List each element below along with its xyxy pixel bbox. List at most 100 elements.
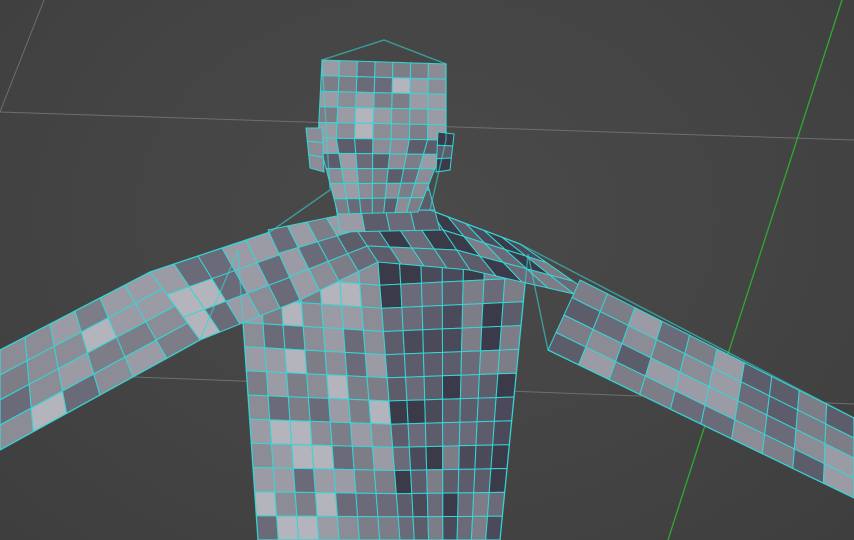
mesh-face bbox=[396, 494, 413, 517]
mesh-face bbox=[374, 77, 392, 93]
mesh-face bbox=[403, 330, 423, 354]
mesh-face bbox=[410, 63, 428, 79]
mesh-face bbox=[395, 470, 412, 494]
mesh-face bbox=[283, 325, 305, 350]
mesh-face bbox=[479, 350, 499, 374]
mesh-face bbox=[319, 107, 338, 123]
mesh-face bbox=[267, 372, 289, 397]
mesh-face bbox=[413, 517, 429, 540]
mesh-face bbox=[443, 375, 462, 399]
mesh-face bbox=[315, 493, 337, 517]
mesh-face bbox=[478, 374, 498, 398]
mesh-face bbox=[409, 124, 427, 140]
mesh-face bbox=[336, 493, 358, 517]
mesh-face bbox=[272, 444, 294, 469]
mesh-face bbox=[265, 348, 287, 373]
mesh-face bbox=[427, 470, 443, 494]
mesh-face bbox=[436, 158, 451, 172]
mesh-face bbox=[494, 397, 514, 421]
viewport-scene[interactable] bbox=[0, 0, 854, 540]
mesh-face bbox=[398, 517, 414, 540]
mesh-face bbox=[443, 352, 462, 376]
mesh-face bbox=[491, 445, 509, 469]
mesh-face bbox=[295, 492, 317, 516]
mesh-face bbox=[412, 493, 428, 516]
mesh-face bbox=[245, 347, 267, 372]
human-mesh[interactable] bbox=[0, 40, 854, 540]
mesh-face bbox=[443, 422, 460, 446]
mesh-face bbox=[288, 397, 310, 422]
mesh-face bbox=[392, 108, 410, 124]
mesh-face bbox=[443, 469, 459, 493]
mesh-face bbox=[402, 306, 423, 330]
mesh-face bbox=[374, 93, 392, 109]
mesh-face bbox=[309, 155, 324, 172]
mesh-face bbox=[293, 468, 315, 492]
3d-viewport[interactable] bbox=[0, 0, 854, 540]
mesh-face bbox=[474, 469, 491, 493]
mesh-face bbox=[332, 446, 354, 470]
mesh-face bbox=[372, 198, 385, 213]
mesh-face bbox=[443, 493, 458, 517]
mesh-face bbox=[338, 92, 357, 108]
mesh-face bbox=[392, 93, 410, 109]
mesh-face bbox=[404, 353, 424, 377]
arm-right bbox=[548, 280, 854, 498]
mesh-face bbox=[302, 303, 324, 328]
mesh-face bbox=[428, 79, 446, 95]
mesh-face bbox=[393, 62, 411, 78]
mesh-face bbox=[471, 516, 487, 540]
mesh-face bbox=[380, 284, 402, 308]
mesh-face bbox=[391, 124, 410, 140]
mesh-face bbox=[355, 108, 374, 124]
mesh-face bbox=[428, 63, 446, 79]
mesh-face bbox=[321, 60, 340, 76]
mesh-face bbox=[373, 139, 391, 154]
mesh-face bbox=[378, 261, 401, 285]
mesh-face bbox=[473, 493, 490, 517]
mesh-face bbox=[358, 517, 380, 540]
mesh-face bbox=[342, 306, 364, 331]
mesh-face bbox=[442, 328, 462, 352]
mesh-face bbox=[322, 304, 344, 329]
mesh-face bbox=[427, 493, 443, 516]
mesh-face bbox=[425, 399, 443, 423]
mesh-face bbox=[352, 446, 374, 470]
mesh-face bbox=[310, 421, 332, 445]
mesh-face bbox=[340, 282, 362, 307]
mesh-face bbox=[483, 279, 505, 304]
mesh-face bbox=[323, 328, 345, 353]
mesh-face bbox=[498, 349, 519, 374]
mesh-face bbox=[411, 470, 428, 494]
mesh-face bbox=[307, 374, 329, 399]
mesh-face bbox=[251, 443, 273, 468]
mesh-face bbox=[290, 421, 312, 445]
mesh-face bbox=[356, 77, 374, 93]
mesh-face bbox=[409, 447, 426, 471]
mesh-face bbox=[428, 109, 446, 125]
mesh-face bbox=[342, 169, 359, 184]
mesh-face bbox=[360, 284, 382, 309]
mesh-face bbox=[407, 400, 426, 424]
mesh-face bbox=[390, 139, 410, 154]
mesh-face bbox=[362, 307, 384, 332]
mesh-face bbox=[330, 422, 352, 446]
mesh-face bbox=[385, 354, 405, 378]
mesh-face bbox=[243, 323, 265, 348]
mesh-face bbox=[477, 398, 496, 422]
mesh-face bbox=[248, 395, 270, 420]
mesh-face bbox=[351, 423, 373, 447]
mesh-face bbox=[308, 398, 330, 422]
mesh-face bbox=[337, 516, 359, 540]
mesh-face bbox=[336, 123, 355, 139]
mesh-face bbox=[372, 183, 386, 198]
mesh-face bbox=[458, 469, 475, 493]
mesh-face bbox=[410, 94, 428, 110]
mesh-face bbox=[275, 492, 297, 516]
mesh-face bbox=[443, 517, 458, 540]
mesh-face bbox=[268, 396, 290, 421]
mesh-face bbox=[422, 282, 443, 306]
grid-line bbox=[0, 0, 44, 112]
mesh-face bbox=[356, 154, 373, 169]
mesh-face bbox=[393, 447, 411, 471]
